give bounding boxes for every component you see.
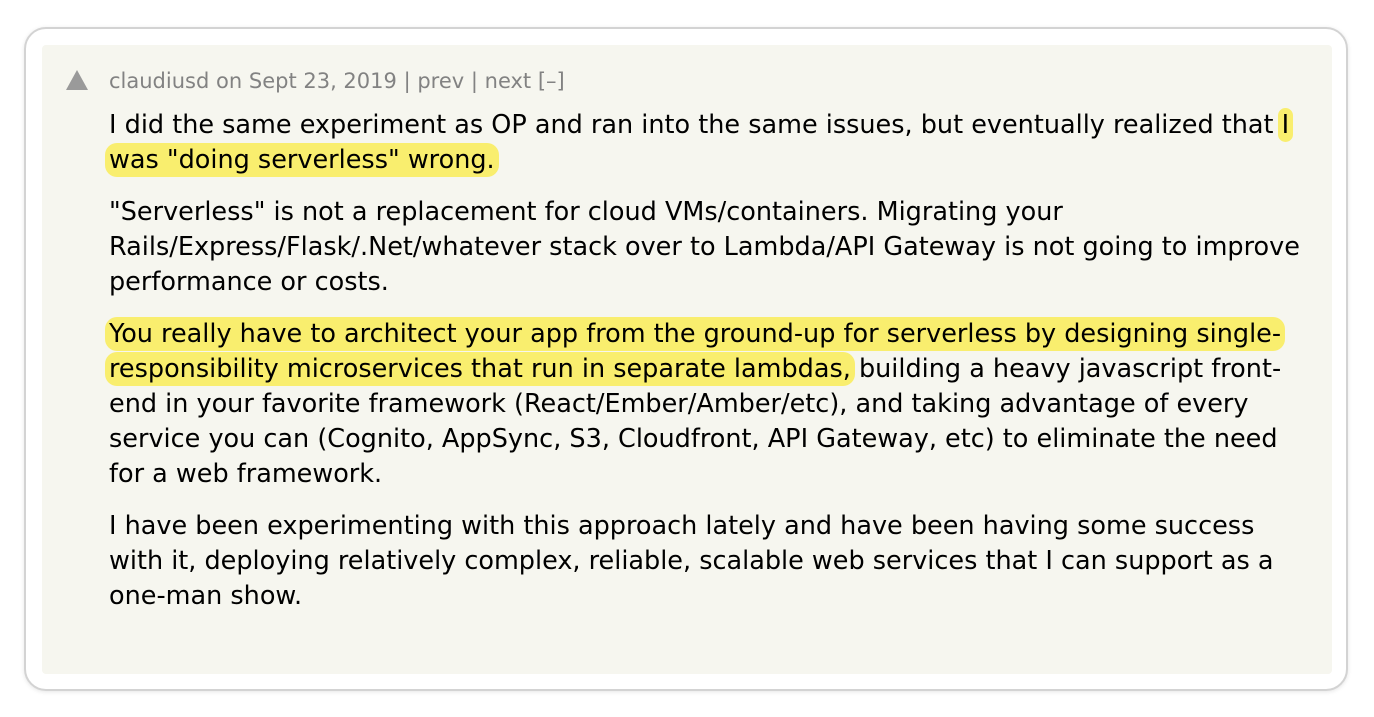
upvote-arrow-icon[interactable]	[66, 70, 88, 90]
comment-paragraph-1: I did the same experiment as OP and ran …	[105, 108, 1309, 178]
comment-date-link[interactable]: Sept 23, 2019	[249, 69, 397, 93]
comment-paragraph-4: I have been experimenting with this appr…	[109, 509, 1309, 614]
comment-paragraph-3: You really have to architect your app fr…	[105, 317, 1309, 492]
comment-paragraph-2: "Serverless" is not a replacement for cl…	[109, 195, 1309, 300]
paragraph-text: I did the same experiment as OP and ran …	[109, 110, 1282, 140]
meta-separator: |	[403, 69, 411, 93]
prev-link[interactable]: prev	[417, 69, 464, 93]
paragraph-text: "Serverless" is not a replacement for cl…	[109, 197, 1300, 297]
comment-meta: claudiusd on Sept 23, 2019 | prev | next…	[109, 66, 565, 96]
meta-separator: |	[470, 69, 478, 93]
next-link[interactable]: next	[485, 69, 532, 93]
comment-body: I did the same experiment as OP and ran …	[105, 108, 1309, 631]
collapse-toggle[interactable]: [–]	[538, 69, 565, 93]
on-word: on	[216, 69, 243, 93]
paragraph-text: I have been experimenting with this appr…	[109, 511, 1274, 611]
author-link[interactable]: claudiusd	[109, 69, 209, 93]
